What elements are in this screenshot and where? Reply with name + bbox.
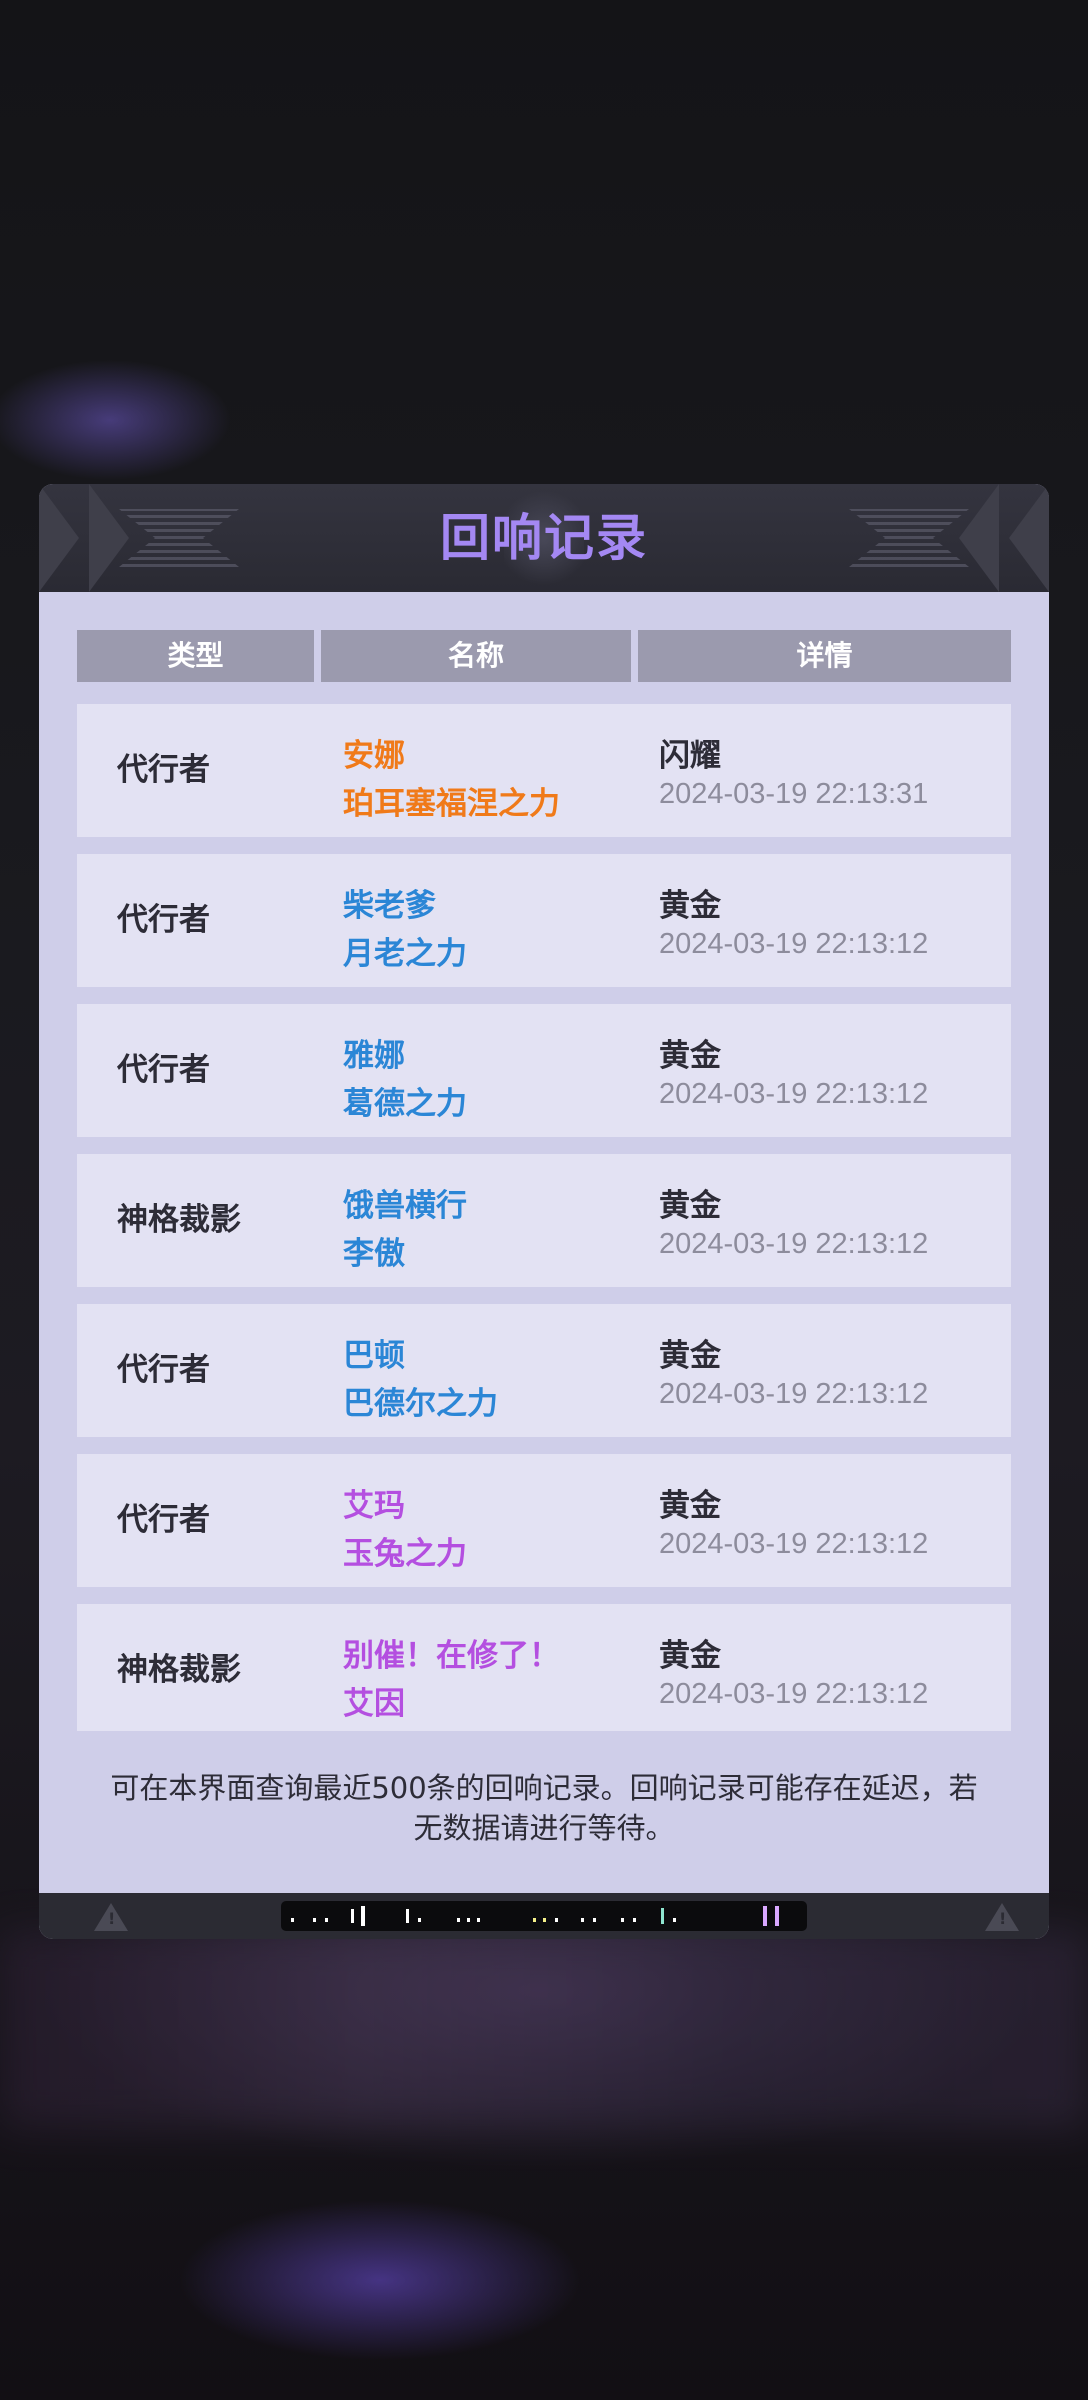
column-header-detail: 详情 xyxy=(638,630,1011,682)
record-type: 神格裁影 xyxy=(117,1202,241,1238)
dialog-title: 回响记录 xyxy=(440,509,648,567)
table-row: 代行者 安娜珀耳塞福涅之力 闪耀 2024-03-19 22:13:31 xyxy=(77,704,1011,837)
column-header-type: 类型 xyxy=(77,630,314,682)
record-name-primary: 安娜 xyxy=(343,738,405,774)
column-header-name: 名称 xyxy=(321,630,631,682)
record-rarity: 闪耀 xyxy=(659,738,721,774)
record-type: 代行者 xyxy=(117,1352,210,1388)
barcode-decoration xyxy=(281,1901,807,1931)
record-name-secondary: 月老之力 xyxy=(343,936,467,972)
dialog-footer: ! ! xyxy=(39,1893,1049,1939)
record-timestamp: 2024-03-19 22:13:12 xyxy=(659,1528,929,1560)
record-name-secondary: 李傲 xyxy=(343,1236,405,1272)
background-blur xyxy=(0,1930,1088,2130)
record-rarity: 黄金 xyxy=(659,888,721,924)
record-name-primary: 巴顿 xyxy=(343,1338,405,1374)
record-timestamp: 2024-03-19 22:13:12 xyxy=(659,1378,929,1410)
info-note: 可在本界面查询最近500条的回响记录。回响记录可能存在延迟，若无数据请进行等待。 xyxy=(110,1771,978,1845)
record-type: 代行者 xyxy=(117,752,210,788)
table-row: 神格裁影 别催！在修了！ 艾因 黄金 2024-03-19 22:13:12 xyxy=(77,1604,1011,1731)
record-timestamp: 2024-03-19 22:13:12 xyxy=(659,1228,929,1260)
record-name-secondary: 玉兔之力 xyxy=(343,1536,467,1572)
record-name-primary: 雅娜 xyxy=(343,1038,405,1074)
table-row: 神格裁影 饿兽横行李傲 黄金 2024-03-19 22:13:12 xyxy=(77,1154,1011,1287)
echo-record-dialog: 回响记录 类型 名称 详情 代行者 安娜珀耳塞福涅之力 闪耀 2024-03-19 2… xyxy=(39,484,1049,1939)
record-name-primary: 别催！在修了！ xyxy=(343,1638,560,1674)
record-timestamp: 2024-03-19 22:13:12 xyxy=(659,1678,929,1710)
record-rarity: 黄金 xyxy=(659,1038,721,1074)
record-rarity: 黄金 xyxy=(659,1338,721,1374)
warning-icon: ! xyxy=(985,1903,1019,1931)
record-timestamp: 2024-03-19 22:13:31 xyxy=(659,778,929,810)
record-type: 神格裁影 xyxy=(117,1652,241,1688)
record-name-secondary: 葛德之力 xyxy=(343,1086,467,1122)
record-timestamp: 2024-03-19 22:13:12 xyxy=(659,928,929,960)
record-type: 代行者 xyxy=(117,1052,210,1088)
record-timestamp: 2024-03-19 22:13:12 xyxy=(659,1078,929,1110)
record-rarity: 黄金 xyxy=(659,1638,721,1674)
table-row: 代行者 雅娜葛德之力 黄金 2024-03-19 22:13:12 xyxy=(77,1004,1011,1137)
record-name-primary: 艾玛 xyxy=(343,1488,405,1524)
table-row: 代行者 柴老爹月老之力 黄金 2024-03-19 22:13:12 xyxy=(77,854,1011,987)
dialog-header: 回响记录 xyxy=(39,484,1049,592)
record-name-secondary: 巴德尔之力 xyxy=(343,1386,498,1422)
table-row: 代行者 巴顿巴德尔之力 黄金 2024-03-19 22:13:12 xyxy=(77,1304,1011,1437)
record-rarity: 黄金 xyxy=(659,1488,721,1524)
table-row: 代行者 艾玛玉兔之力 黄金 2024-03-19 22:13:12 xyxy=(77,1454,1011,1587)
record-type: 代行者 xyxy=(117,1502,210,1538)
table-header: 类型 名称 详情 xyxy=(77,630,1011,682)
record-rarity: 黄金 xyxy=(659,1188,721,1224)
record-name-secondary: 珀耳塞福涅之力 xyxy=(343,786,560,822)
record-name-primary: 饿兽横行 xyxy=(343,1188,467,1224)
record-type: 代行者 xyxy=(117,902,210,938)
warning-icon: ! xyxy=(94,1903,128,1931)
record-name-primary: 柴老爹 xyxy=(343,888,436,924)
record-name-secondary: 艾因 xyxy=(343,1686,405,1722)
